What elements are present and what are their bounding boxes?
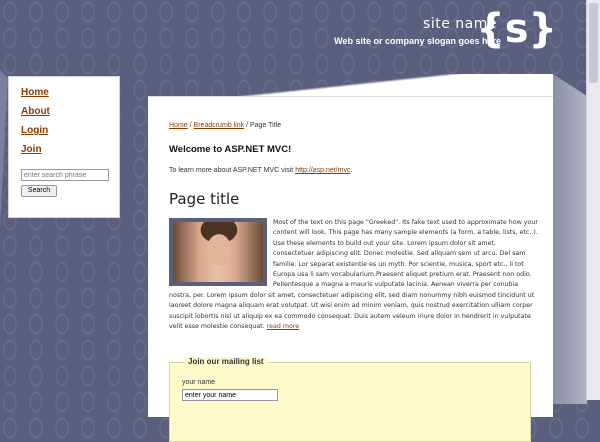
breadcrumb-current: Page Title (249, 122, 282, 129)
main-content: Home / Breadcrumb link / Page Title Welc… (148, 96, 553, 442)
learn-more-prefix: To learn more about ASP.NET MVC visit (169, 167, 294, 174)
main-panel-shadow (553, 74, 587, 404)
search-button[interactable]: Search (21, 185, 57, 197)
learn-more-suffix: . (350, 167, 353, 174)
name-field[interactable] (182, 389, 278, 401)
read-more-link[interactable]: read more (267, 323, 300, 330)
learn-more-text: To learn more about ASP.NET MVC visit ht… (169, 167, 352, 174)
aspnet-mvc-link[interactable]: http://asp.net/mvc (295, 167, 350, 174)
main-panel-top-edge (148, 74, 553, 96)
welcome-heading: Welcome to ASP.NET MVC! (169, 144, 292, 155)
site-logo-icon[interactable]: {s} (476, 4, 557, 54)
sidebar-nav: Home About Login Join Search (8, 76, 120, 218)
site-header: site name Web site or company slogan goe… (0, 0, 585, 70)
nav-panel-shadow (0, 70, 8, 228)
mailing-list-form: Join our mailing list your name (169, 357, 531, 442)
breadcrumb-separator: / (246, 122, 249, 129)
breadcrumb-separator: / (189, 122, 192, 129)
nav-link-login[interactable]: Login (21, 121, 50, 140)
breadcrumb: Home / Breadcrumb link / Page Title (169, 122, 281, 129)
scrollbar-thumb[interactable] (589, 3, 598, 83)
nav-link-join[interactable]: Join (21, 140, 50, 159)
name-label: your name (182, 379, 216, 386)
nav-list: Home About Login Join (9, 83, 50, 159)
page-title: Page title (169, 190, 240, 208)
woman-photo (169, 218, 267, 286)
scrollbar[interactable] (586, 0, 600, 400)
mailing-list-legend: Join our mailing list (184, 357, 268, 366)
breadcrumb-home-link[interactable]: Home (169, 122, 188, 129)
nav-link-about[interactable]: About (21, 102, 50, 121)
breadcrumb-link[interactable]: Breadcrumb link (194, 122, 245, 129)
search-input[interactable] (21, 169, 109, 181)
nav-link-home[interactable]: Home (21, 83, 50, 102)
photo-image (173, 222, 263, 282)
